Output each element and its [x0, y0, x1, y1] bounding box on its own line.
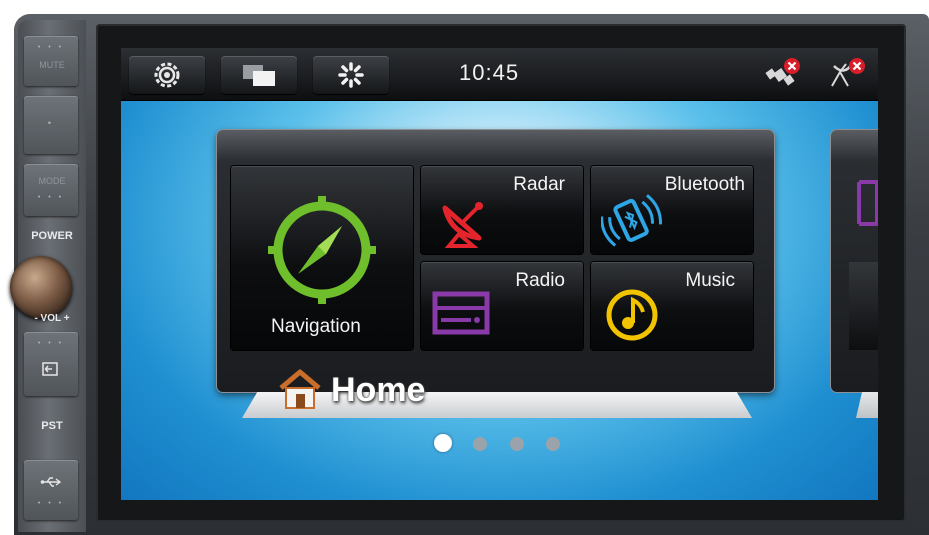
reset-button[interactable]: • — [24, 96, 78, 154]
touch-screen: 10:45 Navigation Radar Bluetooth Radio M… — [121, 48, 878, 500]
bluetooth-tile[interactable]: Bluetooth — [591, 166, 753, 254]
pst-label: PST — [41, 420, 63, 432]
mute-dots: • • • — [37, 44, 65, 51]
back-icon — [42, 362, 58, 376]
status-bar: 10:45 — [121, 48, 878, 101]
power-label: POWER — [31, 230, 73, 242]
satellite-disconnected-icon — [831, 58, 865, 87]
mute-button[interactable]: • • • MUTE — [24, 36, 78, 86]
mute-label: MUTE — [39, 60, 65, 70]
gps-disconnected-icon — [765, 58, 800, 86]
next-page-panel[interactable] — [831, 130, 878, 392]
usb-dots: • • • — [37, 500, 65, 507]
page-indicator-dot-2[interactable] — [473, 437, 487, 451]
next-page-pedestal — [856, 392, 878, 418]
brightness-icon — [338, 62, 364, 88]
music-label: Music — [685, 270, 735, 291]
navigation-label: Navigation — [271, 316, 361, 337]
usb-port[interactable]: • • • — [24, 460, 78, 520]
radio-label: Radio — [515, 270, 565, 291]
book-icon — [857, 180, 878, 226]
radio-tile[interactable]: Radio — [421, 262, 583, 350]
bluetooth-label: Bluetooth — [664, 174, 745, 195]
usb-icon — [40, 477, 62, 487]
settings-icon — [154, 62, 180, 88]
compass-icon — [268, 196, 376, 304]
volume-power-knob[interactable] — [10, 256, 72, 318]
multiwindow-button[interactable] — [221, 56, 297, 94]
home-icon — [279, 369, 321, 409]
mode-label: MODE — [38, 176, 66, 186]
mode-dots: • • • — [37, 194, 65, 201]
back-button[interactable]: • • • — [24, 332, 78, 396]
hardware-button-panel: • • • MUTE • MODE • • • POWER - VOL + • … — [10, 20, 86, 532]
page-indicator-dot-1[interactable] — [434, 434, 452, 452]
radio-icon — [432, 291, 490, 335]
brightness-button[interactable] — [313, 56, 389, 94]
windows-icon — [243, 65, 275, 86]
music-note-icon — [606, 289, 658, 341]
radar-label: Radar — [513, 174, 565, 195]
reset-dot: • — [47, 118, 55, 128]
back-dots: • • • — [37, 340, 65, 347]
settings-button[interactable] — [129, 56, 205, 94]
mode-button[interactable]: MODE • • • — [24, 164, 78, 216]
satellite-dish-icon — [442, 202, 483, 248]
clock: 10:45 — [459, 60, 520, 85]
volume-label: - VOL + — [34, 313, 70, 324]
page-indicator-dot-3[interactable] — [510, 437, 524, 451]
page-indicator-dot-4[interactable] — [546, 437, 560, 451]
navigation-tile[interactable]: Navigation — [231, 166, 413, 350]
next-page-tile — [849, 262, 878, 350]
radar-tile[interactable]: Radar — [421, 166, 583, 254]
bluetooth-phone-icon — [601, 194, 663, 247]
page-title: Home — [331, 371, 426, 409]
music-tile[interactable]: Music — [591, 262, 753, 350]
launcher-panel: Navigation Radar Bluetooth Radio Music — [217, 130, 774, 392]
